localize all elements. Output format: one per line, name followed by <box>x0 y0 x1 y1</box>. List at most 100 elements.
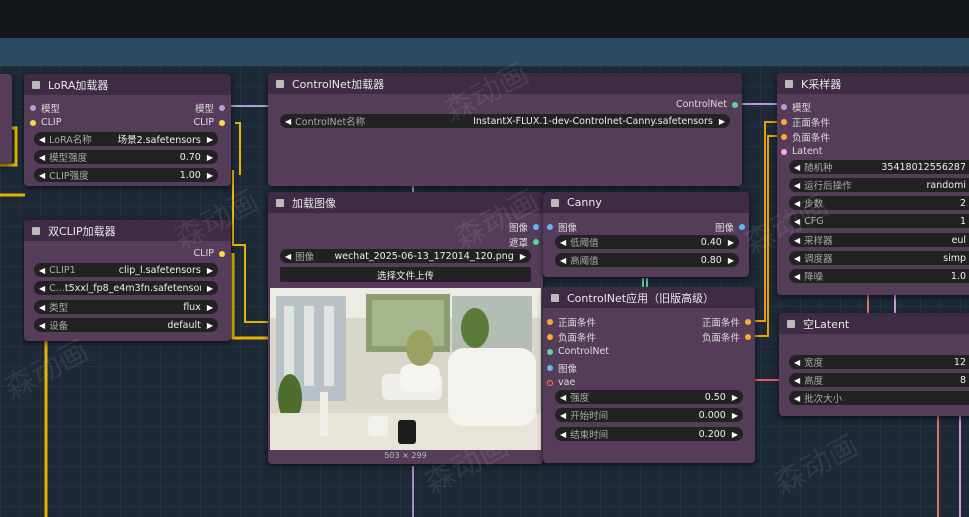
arrow-left-icon[interactable]: ◀ <box>794 254 800 263</box>
height-input[interactable]: ◀ 高度 8 <box>789 373 969 387</box>
collapse-dot-icon[interactable] <box>785 79 793 88</box>
arrow-left-icon[interactable]: ◀ <box>794 394 800 403</box>
ksampler-node[interactable]: K采样器 模型 正面条件 负面条件 Latent ◀ 随机种 35418012556… <box>777 73 969 295</box>
arrow-left-icon[interactable]: ◀ <box>39 266 45 275</box>
arrow-left-icon[interactable]: ◀ <box>39 135 45 144</box>
input-slot-positive[interactable]: 正面条件 <box>547 315 596 329</box>
arrow-left-icon[interactable]: ◀ <box>39 171 45 180</box>
node-header[interactable]: 空Latent <box>779 313 969 334</box>
arrow-left-icon[interactable]: ◀ <box>39 153 45 162</box>
offscreen-node-left[interactable] <box>0 74 12 164</box>
arrow-right-icon[interactable]: ▶ <box>520 252 526 261</box>
input-slot-image[interactable]: 图像 <box>547 220 577 234</box>
arrow-right-icon[interactable]: ▶ <box>719 117 725 126</box>
node-header[interactable]: ControlNet应用（旧版高级） <box>543 287 755 308</box>
node-header[interactable]: 加载图像 <box>268 192 543 213</box>
arrow-right-icon[interactable]: ▶ <box>207 171 213 180</box>
control-after-generate-combo[interactable]: ◀ 运行后操作 randomi <box>789 178 969 192</box>
output-slot-image[interactable]: 图像 <box>509 220 539 234</box>
input-slot-model[interactable]: 模型 <box>30 101 60 115</box>
arrow-right-icon[interactable]: ▶ <box>728 238 734 247</box>
output-slot-negative[interactable]: 负面条件 <box>702 330 751 344</box>
type-combo[interactable]: ◀ 类型 flux ▶ <box>34 300 218 314</box>
arrow-right-icon[interactable]: ▶ <box>732 393 738 402</box>
low-threshold-slider[interactable]: ◀ 低阈值 0.40 ▶ <box>555 235 739 249</box>
node-header[interactable]: 双CLIP加载器 <box>24 220 231 241</box>
input-slot-negative[interactable]: 负面条件 <box>781 130 830 144</box>
collapse-dot-icon[interactable] <box>551 198 559 207</box>
start-percent-slider[interactable]: ◀ 开始时间 0.000 ▶ <box>555 408 743 422</box>
arrow-left-icon[interactable]: ◀ <box>560 256 566 265</box>
arrow-right-icon[interactable]: ▶ <box>207 266 213 275</box>
arrow-right-icon[interactable]: ▶ <box>732 411 738 420</box>
collapse-dot-icon[interactable] <box>32 226 40 235</box>
steps-input[interactable]: ◀ 步数 2 <box>789 196 969 210</box>
cfg-input[interactable]: ◀ CFG 1 <box>789 214 969 228</box>
arrow-left-icon[interactable]: ◀ <box>560 238 566 247</box>
device-combo[interactable]: ◀ 设备 default ▶ <box>34 318 218 332</box>
arrow-left-icon[interactable]: ◀ <box>794 376 800 385</box>
arrow-left-icon[interactable]: ◀ <box>285 117 291 126</box>
image-file-combo[interactable]: ◀ 图像 wechat_2025-06-13_172014_120.png ▶ <box>280 249 531 263</box>
output-slot-image[interactable]: 图像 <box>715 220 745 234</box>
input-slot-model[interactable]: 模型 <box>781 100 811 114</box>
arrow-left-icon[interactable]: ◀ <box>560 393 566 402</box>
dual-clip-loader-node[interactable]: 双CLIP加载器 CLIP ◀ CLIP1 clip_l.safetensors ▶ … <box>24 220 231 341</box>
sampler-combo[interactable]: ◀ 采样器 eul <box>789 233 969 247</box>
node-header[interactable]: Canny <box>543 192 749 213</box>
collapse-dot-icon[interactable] <box>276 79 284 88</box>
input-slot-vae[interactable]: vae <box>547 377 575 388</box>
canny-node[interactable]: Canny 图像 图像 ◀ 低阈值 0.40 ▶ ◀ 高阈值 0.80 ▶ <box>543 192 749 277</box>
node-header[interactable]: ControlNet加载器 <box>268 73 742 94</box>
arrow-left-icon[interactable]: ◀ <box>39 303 45 312</box>
node-header[interactable]: LoRA加载器 <box>24 74 231 95</box>
arrow-right-icon[interactable]: ▶ <box>732 430 738 439</box>
collapse-dot-icon[interactable] <box>32 80 40 89</box>
arrow-left-icon[interactable]: ◀ <box>794 163 800 172</box>
arrow-left-icon[interactable]: ◀ <box>794 272 800 281</box>
clip1-combo[interactable]: ◀ CLIP1 clip_l.safetensors ▶ <box>34 263 218 277</box>
arrow-left-icon[interactable]: ◀ <box>794 358 800 367</box>
collapse-dot-icon[interactable] <box>276 198 284 207</box>
input-slot-negative[interactable]: 负面条件 <box>547 330 596 344</box>
high-threshold-slider[interactable]: ◀ 高阈值 0.80 ▶ <box>555 253 739 267</box>
strength-slider[interactable]: ◀ 强度 0.50 ▶ <box>555 390 743 404</box>
controlnet-name-combo[interactable]: ◀ ControlNet名称 InstantX-FLUX.1-dev-Control… <box>280 114 730 128</box>
output-slot-controlnet[interactable]: ControlNet <box>676 99 738 110</box>
denoise-slider[interactable]: ◀ 降噪 1.0 <box>789 269 969 283</box>
arrow-left-icon[interactable]: ◀ <box>794 236 800 245</box>
input-slot-controlnet[interactable]: ControlNet <box>547 346 609 357</box>
clip-strength-slider[interactable]: ◀ CLIP强度 1.00 ▶ <box>34 168 218 182</box>
arrow-left-icon[interactable]: ◀ <box>39 321 45 330</box>
output-slot-clip[interactable]: CLIP <box>194 248 225 259</box>
clip2-combo[interactable]: ◀ C... t5xxl_fp8_e4m3fn.safetensors ▶ <box>34 281 218 295</box>
controlnet-loader-node[interactable]: ControlNet加载器 ControlNet ◀ ControlNet名称 In… <box>268 73 742 186</box>
controlnet-apply-node[interactable]: ControlNet应用（旧版高级） 正面条件 负面条件 ControlNet … <box>543 287 755 463</box>
load-image-node[interactable]: 加载图像 图像 遮罩 ◀ 图像 wechat_2025-06-13_172014_1… <box>268 192 543 464</box>
collapse-dot-icon[interactable] <box>551 293 559 302</box>
output-slot-model[interactable]: 模型 <box>195 101 225 115</box>
arrow-left-icon[interactable]: ◀ <box>285 252 291 261</box>
arrow-right-icon[interactable]: ▶ <box>207 321 213 330</box>
arrow-right-icon[interactable]: ▶ <box>728 256 734 265</box>
output-slot-positive[interactable]: 正面条件 <box>702 315 751 329</box>
arrow-right-icon[interactable]: ▶ <box>207 153 213 162</box>
output-slot-clip[interactable]: CLIP <box>194 117 225 128</box>
input-slot-clip[interactable]: CLIP <box>30 117 61 128</box>
arrow-left-icon[interactable]: ◀ <box>794 217 800 226</box>
arrow-right-icon[interactable]: ▶ <box>207 284 213 293</box>
arrow-left-icon[interactable]: ◀ <box>794 181 800 190</box>
arrow-right-icon[interactable]: ▶ <box>207 135 213 144</box>
width-input[interactable]: ◀ 宽度 12 <box>789 355 969 369</box>
node-header[interactable]: K采样器 <box>777 73 969 94</box>
collapse-dot-icon[interactable] <box>787 319 795 328</box>
arrow-right-icon[interactable]: ▶ <box>207 303 213 312</box>
empty-latent-node[interactable]: 空Latent ◀ 宽度 12 ◀ 高度 8 ◀ 批次大小 <box>779 313 969 416</box>
arrow-left-icon[interactable]: ◀ <box>794 199 800 208</box>
input-slot-positive[interactable]: 正面条件 <box>781 115 830 129</box>
arrow-left-icon[interactable]: ◀ <box>39 284 45 293</box>
end-percent-slider[interactable]: ◀ 结束时间 0.200 ▶ <box>555 427 743 441</box>
scheduler-combo[interactable]: ◀ 调度器 simp <box>789 251 969 265</box>
upload-file-button[interactable]: 选择文件上传 <box>280 267 531 282</box>
seed-input[interactable]: ◀ 随机种 35418012556287 <box>789 160 969 174</box>
